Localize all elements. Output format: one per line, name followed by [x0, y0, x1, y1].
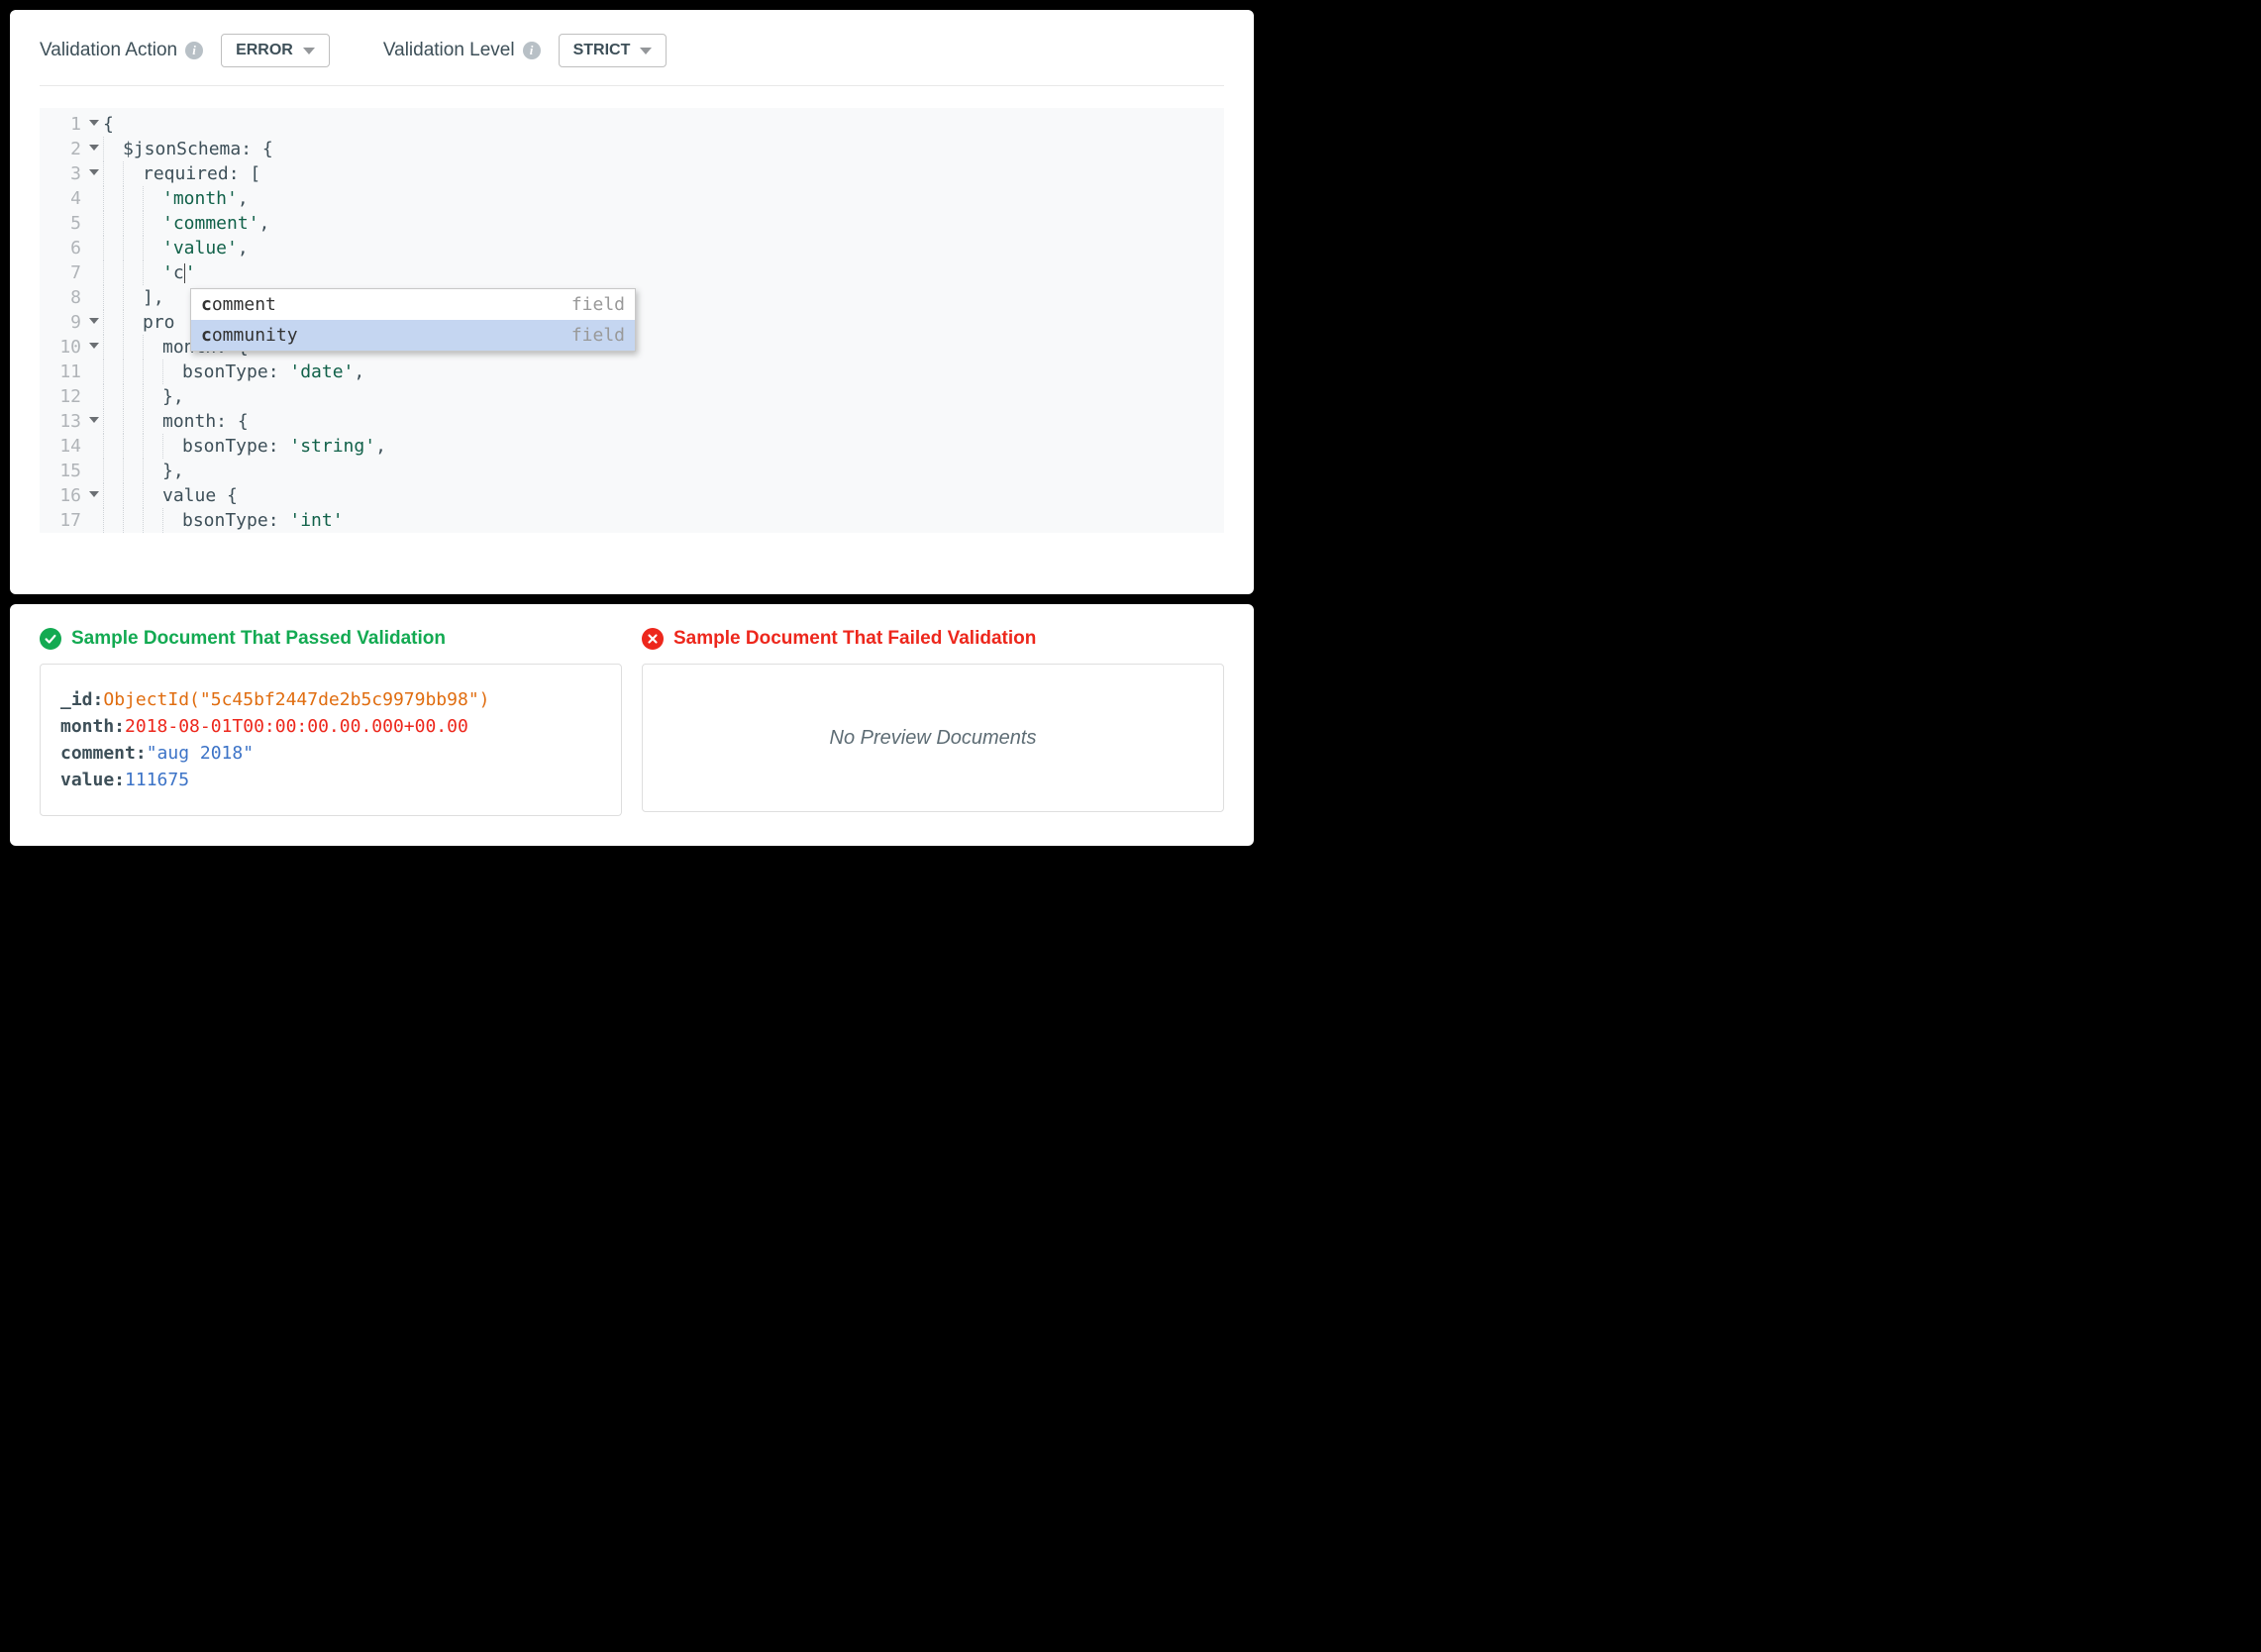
autocomplete-item[interactable]: community field	[191, 320, 635, 351]
info-icon[interactable]: i	[523, 42, 541, 59]
x-circle-icon	[642, 628, 664, 650]
field-value: 2018-08-01T00:00:00.00.000+00.00	[125, 716, 468, 737]
field-key: month:	[60, 716, 125, 737]
field-value: 111675	[125, 770, 189, 790]
autocomplete-match-rest: omment	[212, 294, 276, 315]
field-value: ObjectId("5c45bf2447de2b5c9979bb98")	[103, 689, 489, 710]
doc-field-row: value:111675	[60, 767, 601, 793]
check-circle-icon	[40, 628, 61, 650]
chevron-down-icon	[303, 48, 315, 54]
info-icon[interactable]: i	[185, 42, 203, 59]
field-key: value:	[60, 770, 125, 790]
autocomplete-match-prefix: c	[201, 325, 212, 346]
failed-heading: Sample Document That Failed Validation	[642, 628, 1224, 650]
autocomplete-hint: field	[571, 292, 625, 317]
doc-field-row: comment:"aug 2018"	[60, 740, 601, 767]
passed-heading-text: Sample Document That Passed Validation	[71, 628, 446, 650]
field-value: "aug 2018"	[147, 743, 254, 764]
passed-heading: Sample Document That Passed Validation	[40, 628, 622, 650]
validation-level-dropdown[interactable]: STRICT	[559, 34, 668, 67]
validation-level-value: STRICT	[573, 42, 631, 59]
validation-action-label-text: Validation Action	[40, 40, 177, 61]
failed-column: Sample Document That Failed Validation N…	[642, 628, 1224, 816]
failed-document-card: No Preview Documents	[642, 664, 1224, 812]
line-number-gutter: 1234567891011121314151617	[40, 108, 87, 533]
validation-level-label-text: Validation Level	[383, 40, 515, 61]
validation-level-label: Validation Level i	[383, 40, 541, 61]
field-key: comment:	[60, 743, 147, 764]
validation-toolbar: Validation Action i ERROR Validation Lev…	[40, 34, 1224, 86]
autocomplete-match-rest: ommunity	[212, 325, 298, 346]
autocomplete-hint: field	[571, 323, 625, 348]
passed-column: Sample Document That Passed Validation _…	[40, 628, 622, 816]
doc-field-row: _id:ObjectId("5c45bf2447de2b5c9979bb98")	[60, 686, 601, 713]
field-key: _id:	[60, 689, 103, 710]
autocomplete-item[interactable]: comment field	[191, 289, 635, 320]
autocomplete-popup[interactable]: comment field community field	[190, 288, 636, 352]
validation-action-dropdown[interactable]: ERROR	[221, 34, 330, 67]
chevron-down-icon	[640, 48, 652, 54]
doc-field-row: month:2018-08-01T00:00:00.00.000+00.00	[60, 713, 601, 740]
empty-state-text: No Preview Documents	[830, 725, 1037, 752]
validation-action-value: ERROR	[236, 42, 293, 59]
passed-document-card: _id:ObjectId("5c45bf2447de2b5c9979bb98")…	[40, 664, 622, 816]
validation-action-label: Validation Action i	[40, 40, 203, 61]
validation-editor-panel: Validation Action i ERROR Validation Lev…	[10, 10, 1254, 594]
schema-editor[interactable]: 1234567891011121314151617 {$jsonSchema: …	[40, 108, 1224, 533]
validation-results-panel: Sample Document That Passed Validation _…	[10, 604, 1254, 846]
failed-heading-text: Sample Document That Failed Validation	[673, 628, 1036, 650]
autocomplete-match-prefix: c	[201, 294, 212, 315]
